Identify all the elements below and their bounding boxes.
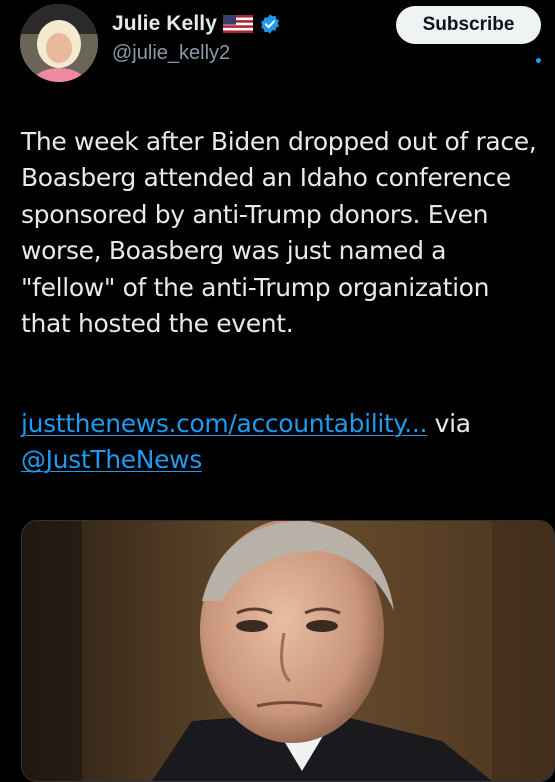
unread-indicator: [536, 58, 541, 63]
tweet-body-text: The week after Biden dropped out of race…: [21, 127, 537, 339]
tweet-links: justthenews.com/accountability... via @J…: [21, 406, 541, 479]
tweet-header: Julie Kelly @julie_kelly2 Subscribe: [0, 0, 555, 90]
mention-link[interactable]: @JustTheNews: [21, 445, 202, 474]
link-preview-card[interactable]: [21, 520, 555, 782]
verified-badge-icon: [261, 14, 279, 34]
avatar-image: [20, 4, 98, 82]
author-handle[interactable]: @julie_kelly2: [112, 42, 230, 65]
author-name-row: Julie Kelly: [112, 10, 281, 38]
tweet-body: The week after Biden dropped out of race…: [21, 124, 541, 342]
subscribe-button[interactable]: Subscribe: [396, 6, 541, 44]
via-text: via: [427, 409, 471, 438]
preview-image: [22, 521, 554, 781]
article-link[interactable]: justthenews.com/accountability...: [21, 409, 427, 438]
avatar[interactable]: [20, 4, 98, 82]
us-flag-icon: [222, 15, 253, 33]
author-display-name[interactable]: Julie Kelly: [112, 12, 217, 36]
